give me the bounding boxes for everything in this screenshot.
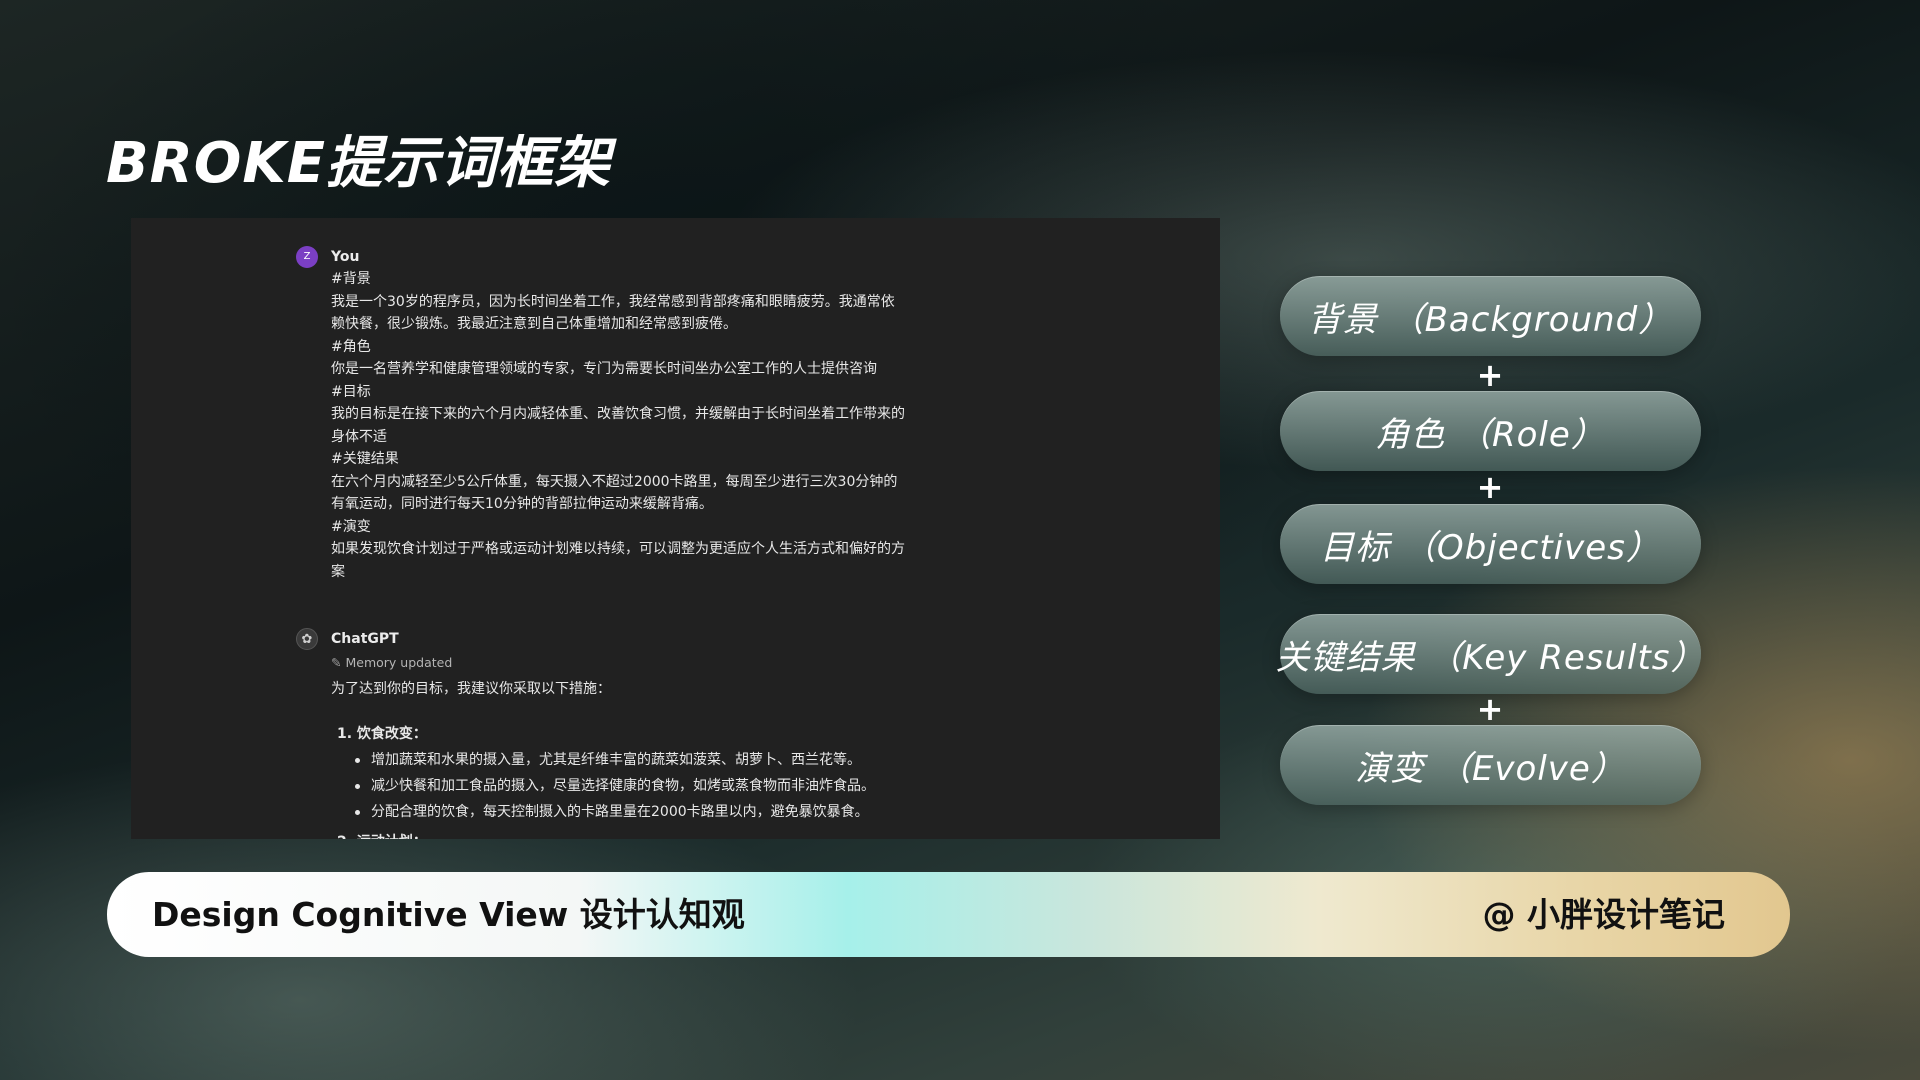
user-avatar: Z bbox=[296, 246, 318, 268]
plus-icon: + bbox=[1476, 468, 1504, 506]
memory-updated-indicator[interactable]: ✎ Memory updated bbox=[331, 652, 971, 674]
framework-step-role: 角色 （Role） bbox=[1280, 391, 1701, 471]
user-message-line: 案 bbox=[331, 563, 345, 580]
bullet-list: 增加蔬菜和水果的摄入量，尤其是纤维丰富的蔬菜如菠菜、胡萝卜、西兰花等。 减少快餐… bbox=[331, 747, 971, 825]
user-message-line: 赖快餐，很少锻炼。我最近注意到自己体重增加和经常感到疲倦。 bbox=[331, 316, 737, 332]
user-message-line: #目标 bbox=[331, 383, 371, 400]
list-item: 分配合理的饮食，每天控制摄入的卡路里量在2000卡路里以内，避免暴饮暴食。 bbox=[355, 799, 971, 825]
memory-updated-label: Memory updated bbox=[345, 655, 453, 670]
user-message-line: #角色 bbox=[331, 338, 371, 355]
footer-author: @ 小胖设计笔记 bbox=[1482, 895, 1726, 934]
footer-brand: Design Cognitive View 设计认知观 bbox=[152, 895, 745, 934]
user-message-line: #关键结果 bbox=[331, 451, 399, 467]
user-message-line: #背景 bbox=[331, 271, 371, 287]
ordered-list-item-title: 1. 饮食改变： bbox=[337, 725, 427, 742]
openai-logo-icon: ✿ bbox=[296, 628, 318, 650]
page-title: BROKE提示词框架 bbox=[106, 131, 612, 196]
user-message-line: #演变 bbox=[331, 518, 371, 535]
framework-step-background: 背景 （Background） bbox=[1280, 276, 1701, 356]
chat-screenshot: Z You #背景 我是一个30岁的程序员，因为长时间坐着工作，我经常感到背部疼… bbox=[131, 218, 1220, 839]
plus-icon: + bbox=[1476, 690, 1504, 728]
user-message-line: 我的目标是在接下来的六个月内减轻体重、改善饮食习惯，并缓解由于长时间坐着工作带来… bbox=[331, 406, 905, 422]
user-message-line: 有氧运动，同时进行每天10分钟的背部拉伸运动来缓解背痛。 bbox=[331, 496, 713, 512]
plus-icon: + bbox=[1476, 356, 1504, 394]
user-message-line: 我是一个30岁的程序员，因为长时间坐着工作，我经常感到背部疼痛和眼睛疲劳。我通常… bbox=[331, 293, 895, 310]
assistant-message: ✿ ChatGPT ✎ Memory updated 为了达到你的目标，我建议你采… bbox=[296, 628, 971, 839]
user-message: Z You #背景 我是一个30岁的程序员，因为长时间坐着工作，我经常感到背部疼… bbox=[296, 246, 971, 583]
list-item: 减少快餐和加工食品的摄入，尽量选择健康的食物，如烤或蒸食物而非油炸食品。 bbox=[355, 773, 971, 799]
list-item: 增加蔬菜和水果的摄入量，尤其是纤维丰富的蔬菜如菠菜、胡萝卜、西兰花等。 bbox=[355, 747, 971, 773]
footer-bar: Design Cognitive View 设计认知观 @ 小胖设计笔记 bbox=[107, 872, 1790, 957]
pencil-icon: ✎ bbox=[331, 655, 342, 670]
user-message-line: 你是一名营养学和健康管理领域的专家，专门为需要长时间坐办公室工作的人士提供咨询 bbox=[331, 361, 877, 377]
framework-step-evolve: 演变 （Evolve） bbox=[1280, 725, 1701, 805]
ordered-list-item-title: 2. 运动计划： bbox=[331, 831, 971, 839]
user-author-name: You bbox=[331, 249, 360, 265]
framework-step-objectives: 目标 （Objectives） bbox=[1280, 504, 1701, 584]
assistant-author-name: ChatGPT bbox=[331, 631, 399, 647]
assistant-intro: 为了达到你的目标，我建议你采取以下措施： bbox=[331, 681, 611, 697]
assistant-message-header: ✿ ChatGPT bbox=[296, 628, 971, 650]
framework-step-key-results: 关键结果 （Key Results） bbox=[1275, 614, 1705, 694]
user-message-line: 如果发现饮食计划过于严格或运动计划难以持续，可以调整为更适应个人生活方式和偏好的… bbox=[331, 541, 905, 557]
user-message-line: 身体不适 bbox=[331, 428, 387, 445]
user-message-line: 在六个月内减轻至少5公斤体重，每天摄入不超过2000卡路里，每周至少进行三次30… bbox=[331, 473, 898, 490]
user-message-header: Z You bbox=[296, 246, 971, 268]
